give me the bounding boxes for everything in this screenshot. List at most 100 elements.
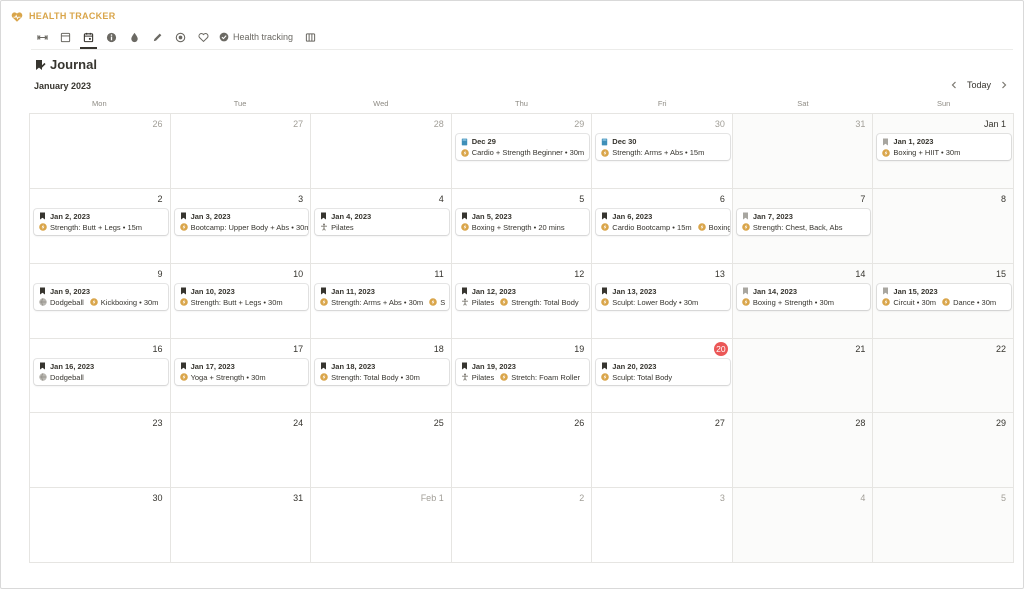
calendar-day-cell[interactable]: 17 Jan 17, 2023 Yoga + Strength • 30m (170, 338, 312, 414)
calendar-day-cell[interactable]: 7 Jan 7, 2023 Strength: Chest, Back, Abs (732, 188, 874, 264)
calendar-day-cell[interactable]: 2 Jan 2, 2023 Strength: Butt + Legs • 15m (30, 188, 171, 264)
tab-health-tracking[interactable]: Health tracking (215, 28, 299, 46)
entry-workouts: Sculpt: Lower Body • 30m (601, 298, 698, 307)
calendar-day-cell[interactable]: 13 Jan 13, 2023 Sculpt: Lower Body • 30m (592, 263, 733, 339)
journal-entry-card[interactable]: Jan 2, 2023 Strength: Butt + Legs • 15m (34, 208, 168, 235)
journal-entry-card[interactable]: Jan 14, 2023 Boxing + Strength • 30m (736, 283, 871, 310)
app-title[interactable]: HEALTH TRACKER (29, 11, 116, 21)
journal-entry-card[interactable]: Jan 5, 2023 Boxing + Strength • 20 mins (455, 208, 590, 235)
tab-board[interactable] (299, 28, 322, 46)
calendar-day-cell[interactable]: 4 (732, 488, 874, 563)
calendar-day-cell[interactable]: 8 (873, 188, 1014, 264)
page-title-text[interactable]: Journal (50, 57, 97, 72)
tab-heart[interactable] (192, 28, 215, 46)
day-number: 4 (438, 193, 444, 204)
journal-entry-card[interactable]: Jan 15, 2023 Circuit • 30m Dance • 30m (877, 283, 1011, 310)
black-bookmark-icon (601, 287, 608, 295)
workout-tag: Pilates (320, 223, 354, 232)
calendar-day-cell[interactable]: 3 (592, 488, 733, 563)
workout-tag-text: Bootcamp: Upper Body + Abs • 30m (190, 222, 309, 232)
workout-tag-text: Sculpt: Lower Body • 30m (612, 297, 699, 307)
entry-title: Jan 16, 2023 (39, 362, 94, 371)
journal-entry-card[interactable]: Jan 10, 2023 Strength: Butt + Legs • 30m (174, 283, 309, 310)
calendar-day-cell[interactable]: 22 (873, 338, 1014, 414)
journal-entry-card[interactable]: Jan 12, 2023 Pilates Strength: Total Body (455, 283, 590, 310)
journal-entry-card[interactable]: Jan 11, 2023 Strength: Arms + Abs • 30m S (315, 283, 449, 310)
calendar-day-cell[interactable]: 10 Jan 10, 2023 Strength: Butt + Legs • 30… (170, 263, 312, 339)
day-number: 13 (714, 268, 725, 279)
journal-entry-card[interactable]: Jan 13, 2023 Sculpt: Lower Body • 30m (596, 283, 730, 310)
tab-target[interactable] (169, 28, 192, 46)
calendar-day-cell[interactable]: 14 Jan 14, 2023 Boxing + Strength • 30m (732, 263, 874, 339)
entry-workouts: Strength: Total Body • 30m (320, 373, 420, 382)
calendar-day-cell[interactable]: 9 Jan 9, 2023 Dodgeball Kickboxing • 30m (30, 263, 171, 339)
journal-entry-card[interactable]: Jan 9, 2023 Dodgeball Kickboxing • 30m (34, 283, 168, 310)
calendar-day-cell[interactable]: 23 (30, 413, 171, 489)
calendar-day-cell[interactable]: 20 Jan 20, 2023 Sculpt: Total Body (592, 338, 733, 414)
calendar-day-cell[interactable]: 3 Jan 3, 2023 Bootcamp: Upper Body + Abs •… (170, 188, 312, 264)
calendar-day-cell[interactable]: 5 Jan 5, 2023 Boxing + Strength • 20 mins (451, 188, 593, 264)
calendar-day-cell[interactable]: 28 (732, 413, 874, 489)
calendar-day-cell[interactable]: 12 Jan 12, 2023 Pilates Strength: Total Bod… (451, 263, 593, 339)
entry-title-text: Jan 1, 2023 (893, 137, 934, 146)
entry-workouts: Boxing + Strength • 20 mins (460, 223, 565, 232)
entry-title-text: Dec 29 (471, 137, 496, 146)
tab-table[interactable] (54, 28, 77, 46)
entry-title-text: Jan 6, 2023 (612, 211, 653, 221)
calendar-day-cell[interactable]: 31 (732, 114, 874, 189)
calendar-day-cell[interactable]: 29 Dec 29 Cardio + Strength Beginner • 30m (451, 114, 593, 189)
workout-tag: Sculpt: Total Body (601, 373, 672, 382)
calendar-day-cell[interactable]: 26 (451, 413, 593, 489)
calendar-day-cell[interactable]: 27 (170, 114, 312, 189)
day-number: 30 (152, 493, 163, 504)
calendar-day-cell[interactable]: 15 Jan 15, 2023 Circuit • 30m Dance • 30m (873, 263, 1014, 339)
calendar-day-cell[interactable]: 5 (873, 488, 1014, 563)
tab-calendar[interactable] (77, 28, 100, 49)
calendar-day-cell[interactable]: 18 Jan 18, 2023 Strength: Total Body • 30m (311, 338, 452, 414)
calendar-day-cell[interactable]: 30 (30, 488, 171, 563)
journal-entry-card[interactable]: Jan 20, 2023 Sculpt: Total Body (596, 358, 730, 385)
bolt-circle-icon (89, 298, 98, 306)
calendar-day-cell[interactable]: Feb 1 (311, 488, 452, 563)
calendar-day-cell[interactable]: 19 Jan 19, 2023 Pilates Stretch: Foam Rolle… (451, 338, 593, 414)
entry-title-text: Jan 18, 2023 (331, 361, 376, 371)
calendar-day-cell[interactable]: 16 Jan 16, 2023 Dodgeball (30, 338, 171, 414)
journal-entry-card[interactable]: Jan 1, 2023 Boxing + HIIT • 30m (877, 134, 1011, 160)
calendar-day-cell[interactable]: 24 (170, 413, 312, 489)
calendar-day-cell[interactable]: 25 (311, 413, 452, 489)
journal-entry-card[interactable]: Jan 18, 2023 Strength: Total Body • 30m (315, 358, 449, 385)
calendar-nav: Today (949, 80, 1009, 90)
journal-entry-card[interactable]: Jan 3, 2023 Bootcamp: Upper Body + Abs • … (174, 208, 309, 235)
calendar-day-cell[interactable]: 28 (311, 114, 452, 189)
day-number: 3 (298, 193, 304, 204)
calendar-day-cell[interactable]: 31 (170, 488, 312, 563)
journal-entry-card[interactable]: Jan 19, 2023 Pilates Stretch: Foam Roller (455, 358, 590, 385)
journal-entry-card[interactable]: Jan 17, 2023 Yoga + Strength • 30m (174, 358, 309, 385)
calendar-day-cell[interactable]: 2 (451, 488, 593, 563)
next-month-button[interactable] (999, 80, 1009, 90)
journal-entry-card[interactable]: Dec 29 Cardio + Strength Beginner • 30m (455, 134, 590, 160)
journal-entry-card[interactable]: Jan 4, 2023 Pilates (315, 208, 449, 235)
calendar-day-cell[interactable]: 11 Jan 11, 2023 Strength: Arms + Abs • 30m… (311, 263, 452, 339)
tab-info[interactable] (100, 28, 123, 46)
calendar-day-cell[interactable]: Jan 1 Jan 1, 2023 Boxing + HIIT • 30m (873, 114, 1014, 189)
calendar-day-cell[interactable]: 30 Dec 30 Strength: Arms + Abs • 15m (592, 114, 733, 189)
journal-entry-card[interactable]: Jan 7, 2023 Strength: Chest, Back, Abs (736, 208, 871, 235)
calendar-day-cell[interactable]: 21 (732, 338, 874, 414)
journal-entry-card[interactable]: Jan 16, 2023 Dodgeball (34, 358, 168, 385)
bolt-circle-icon (742, 223, 750, 232)
tab-pen[interactable] (146, 28, 169, 46)
calendar-day-cell[interactable]: 6 Jan 6, 2023 Cardio Bootcamp • 15m Boxing (592, 188, 733, 264)
calendar-day-cell[interactable]: 27 (592, 413, 733, 489)
bolt-circle-icon (460, 148, 469, 157)
calendar-day-cell[interactable]: 29 (873, 413, 1014, 489)
calendar-day-cell[interactable]: 26 (30, 114, 171, 189)
prev-month-button[interactable] (949, 80, 959, 90)
journal-entry-card[interactable]: Jan 6, 2023 Cardio Bootcamp • 15m Boxing (596, 208, 730, 235)
tab-drop[interactable] (123, 28, 146, 46)
calendar-day-cell[interactable]: 4 Jan 4, 2023 Pilates (311, 188, 452, 264)
journal-entry-card[interactable]: Dec 30 Strength: Arms + Abs • 15m (596, 134, 730, 160)
today-button[interactable]: Today (967, 80, 991, 90)
tab-horizontal-arrows[interactable] (31, 28, 54, 46)
weekday-label: Sat (797, 99, 809, 108)
